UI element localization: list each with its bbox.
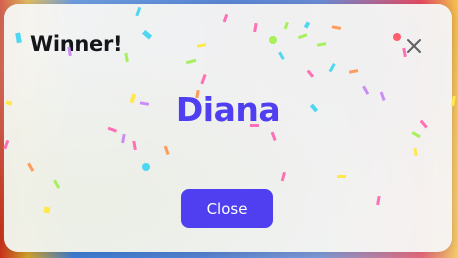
dialog-title: Winner!: [30, 32, 123, 56]
close-icon: [407, 39, 421, 53]
winner-dialog: Winner! Diana Close: [4, 4, 452, 252]
close-dialog-button[interactable]: [402, 34, 426, 58]
close-button[interactable]: Close: [181, 189, 273, 228]
winner-name: Diana: [175, 90, 281, 129]
